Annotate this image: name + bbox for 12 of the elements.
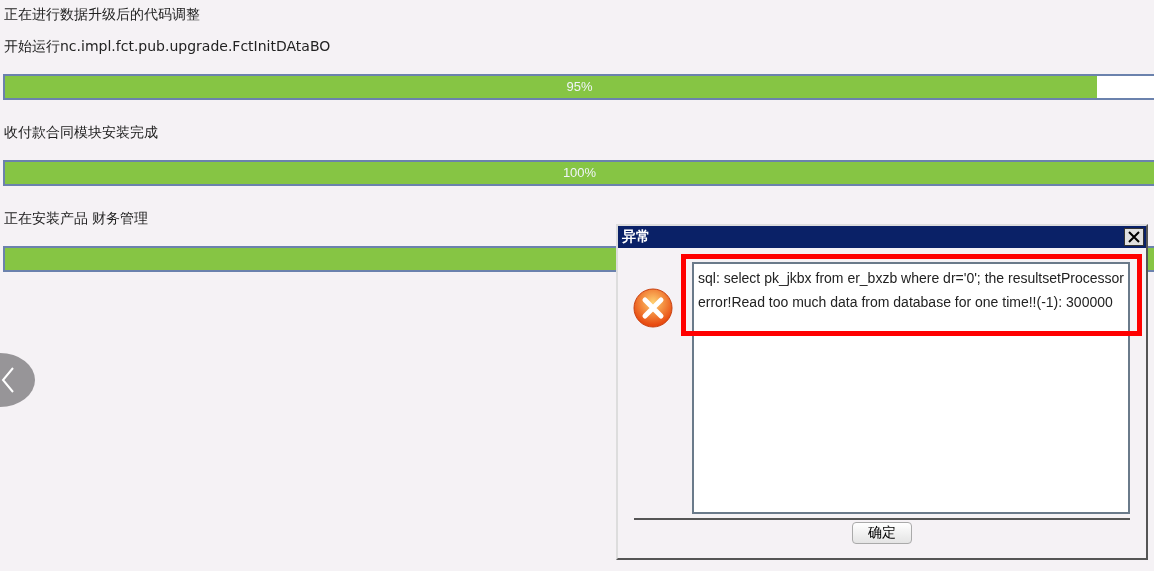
progress-percent: 95% [565,78,594,96]
step-label: 收付款合同模块安装完成 [3,123,159,142]
close-button[interactable] [1124,228,1144,246]
error-message-field[interactable]: sql: select pk_jkbx from er_bxzb where dr='0'; the resultsetProcessor error!Read too much data from database for one time!!(-1): 300000 [692,262,1130,514]
step-label: 开始运行nc.impl.fct.pub.upgrade.FctInitDAtaBO [3,37,332,56]
ok-button[interactable]: 确定 [852,522,912,544]
status-text: 正在进行数据升级后的代码调整 [3,5,201,24]
error-icon [633,288,673,328]
progress-percent: 100% [561,164,598,182]
error-message: sql: select pk_jkbx from er_bxzb where dr='0'; the resultsetProcessor error!Read too much data from database for one time!!(-1): 300000 [698,269,1124,312]
chevron-left-icon [1,367,15,393]
dialog-title: 异常 [622,228,650,246]
